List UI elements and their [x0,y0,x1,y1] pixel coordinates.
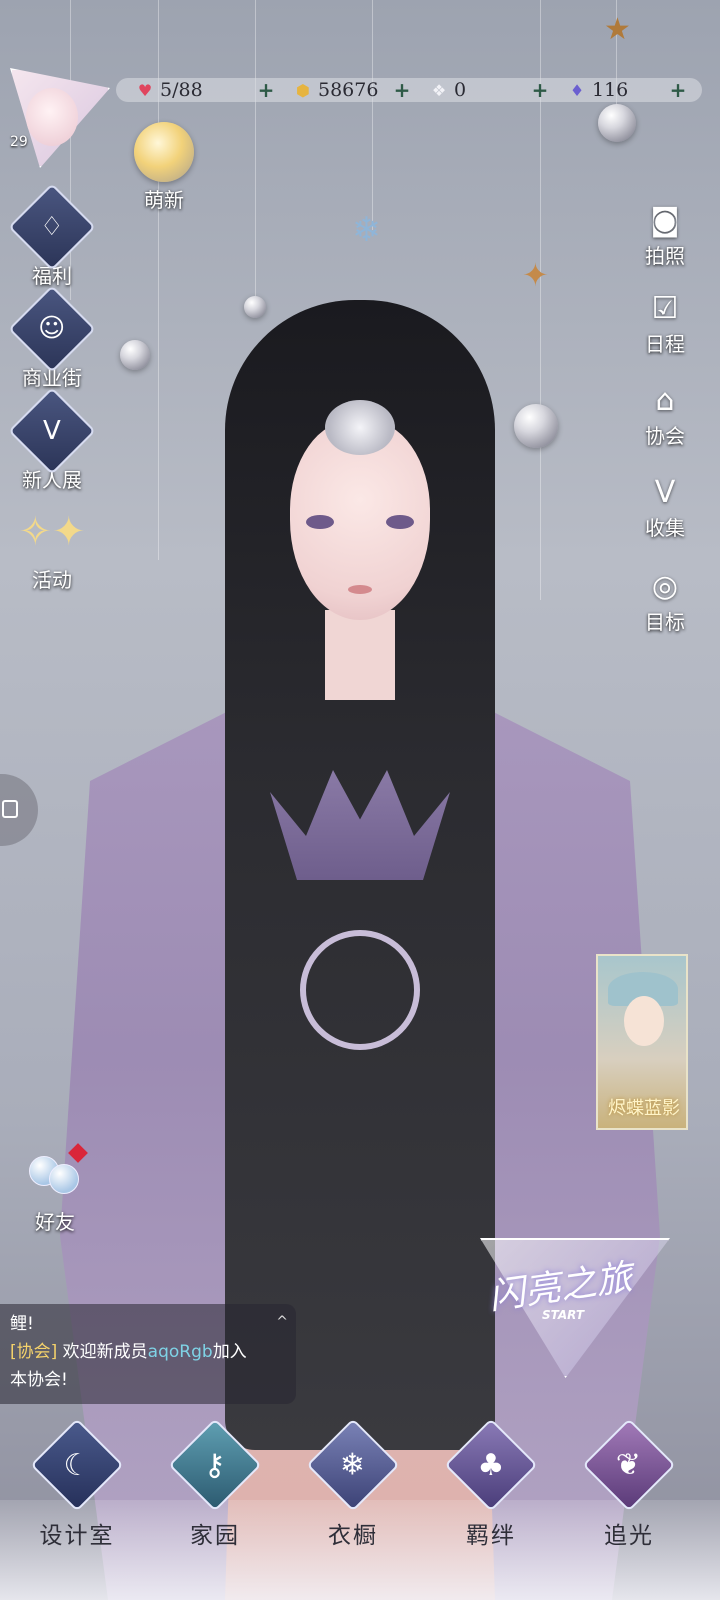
dock-bonds[interactable]: ♣ 羁绊 [436,1418,546,1550]
calendar-icon: ☑ [651,291,679,326]
pearl-ornament [120,340,150,370]
player-level: 29 [10,134,28,150]
pearl-ornament [244,296,266,318]
newbie-label: 萌新 [144,188,184,212]
coin-icon: ⬢ [296,80,310,100]
diamonds-display: ♦ 116 [566,78,628,102]
headpiece [325,400,395,455]
dock-design-studio[interactable]: ☾ 设计室 [22,1418,132,1550]
new-exhibit-button[interactable]: V 新人展 [8,387,96,493]
diamond-icon: ♦ [569,80,585,100]
dock-label: 衣橱 [328,1523,378,1549]
dock-wardrobe[interactable]: ❄ 衣橱 [298,1418,408,1550]
shop-bag-icon: ☺ [8,285,96,373]
member-name[interactable]: aqoRgb [148,1342,213,1362]
welfare-button[interactable]: ♢ 福利 [8,183,96,289]
photo-label: 拍照 [645,244,685,268]
character-lips [348,585,372,594]
chat-line: 本协会! [10,1366,286,1394]
camera-icon: ◙ [650,203,680,238]
schedule-label: 日程 [645,332,685,356]
hanging-thread [255,0,256,300]
coins-value: 58676 [318,79,379,101]
goals-button[interactable]: ◎ 目标 [636,568,694,635]
stars-icon: ✧✦ [18,509,86,555]
collapse-chat-button[interactable]: ^ [276,1308,288,1336]
stamina-value: 5/88 [160,79,203,101]
coins-display: ⬢ 58676 [292,78,378,102]
photo-button[interactable]: ◙ 拍照 [636,202,694,269]
dock-home[interactable]: ⚷ 家园 [160,1418,270,1550]
building-icon: ⌂ [655,383,675,418]
crystal-value: 0 [454,79,467,101]
add-coins-button[interactable]: + [392,80,412,100]
heart-icon: ♥ [137,80,153,100]
bubbles-icon [25,1143,88,1202]
chat-text: 鲤! [10,1314,34,1334]
chat-text: 本协会! [10,1370,68,1390]
snowflake-ornament: ❄ [352,210,381,250]
chat-text: 加入 [212,1342,247,1362]
add-stamina-button[interactable]: + [256,80,276,100]
dock-label: 羁绊 [466,1523,516,1549]
clover-icon: ♣ [444,1418,538,1512]
star-ornament: ✦ [522,256,549,294]
v-icon: V [654,475,676,510]
chat-line: 鲤! [10,1310,286,1338]
crystal-display: ❖ 0 [428,78,466,102]
balloon-icon: ♢ [8,183,96,271]
snowflake-icon: ❄ [306,1418,400,1512]
collection-button[interactable]: V 收集 [636,474,694,541]
shining-journey-button[interactable]: 闪亮之旅 START [480,1238,670,1378]
character-eye [306,515,334,529]
add-diamonds-button[interactable]: + [668,80,688,100]
window-icon [2,800,18,818]
collection-label: 收集 [645,516,685,540]
pearl-ornament [514,404,558,448]
character-eye [386,515,414,529]
waist-pendant [300,930,420,1050]
character-neck [325,610,395,700]
dock-label: 追光 [604,1523,654,1549]
hanging-thread [372,0,373,230]
goals-label: 目标 [645,610,685,634]
promo-portrait [624,996,664,1046]
chat-box[interactable]: 鲤! [协会] 欢迎新成员aqoRgb加入 本协会! ^ [0,1304,296,1404]
dock-label: 家园 [190,1523,240,1549]
guild-tag: [协会] [10,1342,58,1362]
events-button[interactable]: ✧✦ 活动 [12,502,92,593]
diamonds-value: 116 [592,79,629,101]
v-badge-icon: V [8,387,96,475]
promo-title: 烬蝶蓝影 [608,1098,680,1119]
events-label: 活动 [32,568,72,592]
shop-street-button[interactable]: ☺ 商业街 [8,285,96,391]
schedule-button[interactable]: ☑ 日程 [636,290,694,357]
journey-start-label: START [542,1308,585,1322]
promo-banner[interactable]: 烬蝶蓝影 [596,954,688,1130]
dock-label: 设计室 [39,1523,115,1549]
stamina-display: ♥ 5/88 [134,78,203,102]
dock-chase-light[interactable]: ❦ 追光 [574,1418,684,1550]
newbie-orb-icon [134,122,194,182]
star-ornament: ★ [604,12,631,47]
crystal-icon: ❖ [431,80,447,100]
chat-line: [协会] 欢迎新成员aqoRgb加入 [10,1338,286,1366]
moon-icon: ☾ [30,1418,124,1512]
notification-badge [68,1143,88,1163]
key-icon: ⚷ [168,1418,262,1512]
pearl-ornament [598,104,636,142]
chat-text: 欢迎新成员 [62,1342,148,1362]
add-crystal-button[interactable]: + [530,80,550,100]
guild-button[interactable]: ⌂ 协会 [636,382,694,449]
friends-label: 好友 [35,1210,75,1234]
newbie-button[interactable]: 萌新 [124,122,204,213]
avatar-face [26,88,78,146]
friends-button[interactable]: 好友 [20,1143,90,1235]
guild-label: 协会 [645,424,685,448]
target-medal-icon: ◎ [651,569,679,604]
butterfly-icon: ❦ [582,1418,676,1512]
